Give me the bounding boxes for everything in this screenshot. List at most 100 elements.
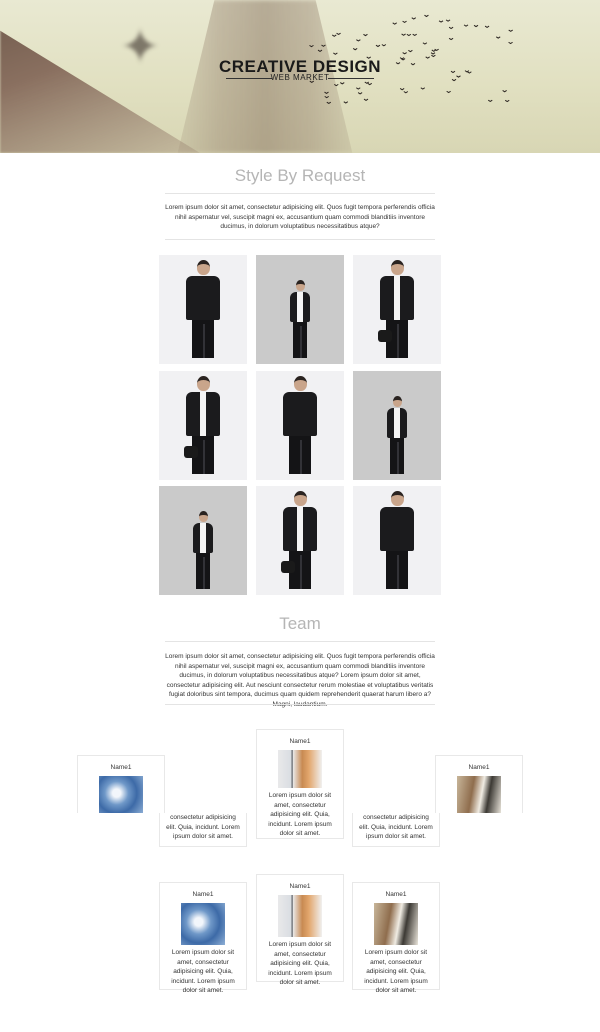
bird-icon [430,52,436,55]
team-member-text: Lorem ipsum dolor sit amet, consectetur … [171,949,235,994]
bird-icon [406,33,412,37]
bird-icon [355,87,361,90]
hero-rule-right [328,78,374,79]
team-member-name: Name1 [192,891,214,898]
model-figure [281,491,317,589]
bag-graphic [281,561,295,573]
bird-icon [392,22,397,25]
model-figure [186,260,220,358]
bird-icon [317,49,323,53]
bird-icon [402,20,407,24]
bird-icon [401,33,406,36]
model-figure [380,491,414,589]
team-member-photo [278,895,322,937]
bird-icon [484,25,490,29]
gallery-photo[interactable] [353,371,441,480]
bird-icon [448,26,454,30]
team-member-text: consectetur adipisicing elit. Quia, inci… [166,814,240,840]
bird-icon [352,48,358,51]
team-member-photo [278,750,322,788]
team-member-photo [457,776,501,813]
bird-icon [504,99,510,103]
bird-icon [324,91,329,94]
bird-icon [438,20,444,23]
gallery-photo[interactable] [353,255,441,364]
bag-graphic [184,446,198,458]
team-member-text: consectetur adipisicing elit. Quia, inci… [359,814,433,840]
gallery-photo[interactable] [159,371,247,480]
team-card-caption: consectetur adipisicing elit. Quia, inci… [352,813,440,847]
bird-icon [408,49,413,53]
team-member-photo [374,903,418,945]
team-card-peek-left[interactable]: Name1 [77,755,165,813]
team-card[interactable]: Name1 Lorem ipsum dolor sit amet, consec… [256,729,344,839]
model-figure [193,511,213,589]
bird-icon [357,92,363,95]
team-divider-top [165,641,435,642]
gallery-photo[interactable] [353,486,441,595]
team-card-peek-right[interactable]: Name1 [435,755,523,813]
bird-icon [508,29,513,32]
bird-icon [343,101,349,104]
style-paragraph: Lorem ipsum dolor sit amet, consectetur … [165,204,435,230]
team-member-photo [181,903,225,945]
bird-icon [403,91,409,94]
team-member-text: Lorem ipsum dolor sit amet, consectetur … [364,949,428,994]
team-member-name: Name1 [468,764,490,771]
hero-banner: ✦ CREATIVE DESIGN WEB MARKET [0,0,600,153]
team-paragraph: Lorem ipsum dolor sit amet, consectetur … [165,653,435,708]
gallery-photo[interactable] [159,255,247,364]
bird-icon [411,17,417,20]
bird-icon [451,78,457,82]
team-section-title: Team [279,614,321,633]
bird-icon [381,44,387,47]
team-card[interactable]: Name1 [77,755,165,813]
style-divider-top [165,193,435,194]
team-card[interactable]: Name1 Lorem ipsum dolor sit amet, consec… [352,882,440,994]
team-member-name: Name1 [289,883,311,890]
hero-subtitle-row: WEB MARKET [226,73,374,83]
gallery-photo[interactable] [256,371,344,480]
bird-icon [402,52,407,55]
team-card[interactable]: Name1 Lorem ipsum dolor sit amet, consec… [256,874,344,986]
gallery-photo[interactable] [159,486,247,595]
bird-icon [424,14,429,18]
bird-icon [333,83,339,87]
bird-icon [367,82,373,86]
model-figure [184,376,220,474]
bird-icon [356,39,361,42]
bag-graphic [378,330,392,342]
bird-icon [321,44,326,47]
bird-icon [309,44,314,48]
team-card[interactable]: Name1 Lorem ipsum dolor sit amet, consec… [159,882,247,994]
bird-icon [473,24,479,28]
bird-icon [420,87,426,90]
model-figure [290,280,310,358]
bird-icon [495,36,501,39]
bird-icon [508,41,513,45]
bird-icon [431,49,437,52]
team-member-text: Lorem ipsum dolor sit amet, consectetur … [268,941,332,986]
model-figure [283,376,317,474]
bird-icon [331,34,337,37]
team-card[interactable]: Name1 [435,755,523,813]
model-figure [387,396,407,474]
team-member-name: Name1 [110,764,132,771]
bird-icon [412,33,417,37]
bird-icon [363,98,369,101]
team-card-caption: consectetur adipisicing elit. Quia, inci… [159,813,247,847]
bird-icon [446,90,451,94]
gallery-photo[interactable] [256,255,344,364]
bird-icon [502,90,507,93]
bird-icon [326,101,332,105]
style-divider-bottom [165,239,435,240]
team-member-text: Lorem ipsum dolor sit amet, consectetur … [268,792,332,837]
bird-icon [448,37,454,41]
gallery-photo[interactable] [256,486,344,595]
team-member-name: Name1 [289,738,311,745]
team-member-name: Name1 [385,891,407,898]
bird-icon [336,32,341,36]
bird-icon [463,24,469,27]
team-member-photo [99,776,143,813]
bird-icon [399,88,405,91]
